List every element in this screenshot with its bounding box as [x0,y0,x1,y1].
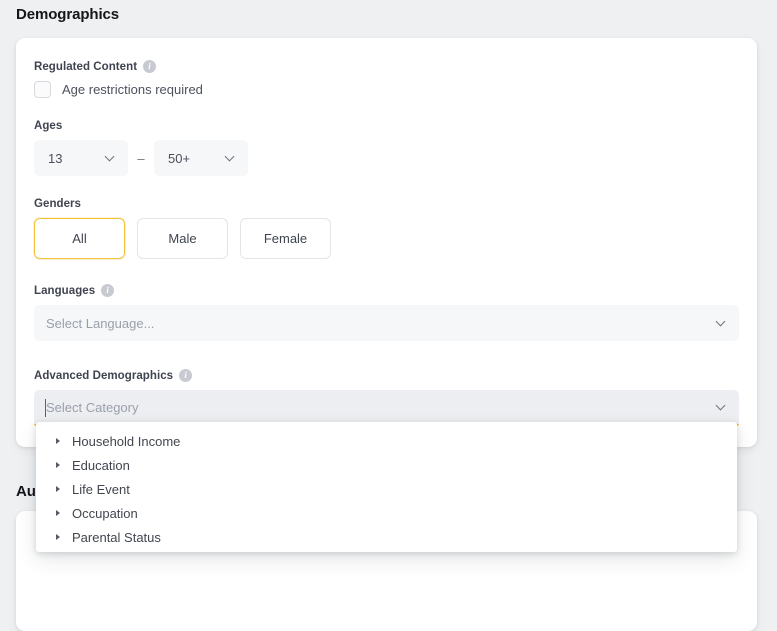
languages-group: Languages i Select Language... [34,284,739,341]
regulated-content-label: Regulated Content i [34,60,739,73]
ages-group: Ages 13 – 50+ [34,120,739,176]
chevron-down-icon [106,153,115,162]
languages-select[interactable]: Select Language... [34,305,739,341]
regulated-content-group: Regulated Content i Age restrictions req… [34,60,739,98]
triangle-right-icon [56,534,60,540]
age-max-select[interactable]: 50+ [154,140,248,176]
dropdown-item-label: Occupation [72,505,138,521]
advanced-demographics-dropdown[interactable]: Household Income Education Life Event Oc… [36,422,737,552]
age-min-value: 13 [48,150,63,166]
languages-label: Languages i [34,284,739,297]
dropdown-item-occupation[interactable]: Occupation [36,501,737,525]
gender-option-male[interactable]: Male [137,218,228,259]
genders-group: Genders All Male Female [34,198,739,259]
age-min-select[interactable]: 13 [34,140,128,176]
dropdown-item-label: Parental Status [72,529,161,545]
info-icon[interactable]: i [143,60,157,73]
genders-label-text: Genders [34,198,82,210]
age-max-value: 50+ [168,150,191,166]
demographics-card: Regulated Content i Age restrictions req… [16,38,757,447]
triangle-right-icon [56,510,60,516]
triangle-right-icon [56,486,60,492]
age-range-separator: – [137,150,145,166]
age-restrictions-checkbox-label: Age restrictions required [62,82,203,97]
ages-label-text: Ages [34,120,63,132]
info-icon[interactable]: i [179,369,193,382]
dropdown-item-parental-status[interactable]: Parental Status [36,525,737,549]
genders-row: All Male Female [34,218,739,259]
chevron-down-icon [717,318,726,327]
dropdown-item-label: Life Event [72,481,130,497]
dropdown-item-label: Education [72,457,130,473]
advanced-demographics-placeholder: Select Category [46,399,139,415]
gender-option-all[interactable]: All [34,218,125,259]
chevron-down-icon [717,402,726,411]
advanced-demographics-select[interactable]: Select Category [34,390,739,426]
dropdown-item-household-income[interactable]: Household Income [36,429,737,453]
dropdown-item-life-event[interactable]: Life Event [36,477,737,501]
page-title: Demographics [16,6,119,23]
advanced-demographics-label-text: Advanced Demographics [34,369,174,382]
dropdown-item-education[interactable]: Education [36,453,737,477]
gender-option-female[interactable]: Female [240,218,331,259]
genders-label: Genders [34,198,739,210]
advanced-demographics-label: Advanced Demographics i [34,369,739,382]
age-restrictions-checkbox-row[interactable]: Age restrictions required [34,81,739,98]
ages-row: 13 – 50+ [34,140,739,176]
advanced-demographics-group: Advanced Demographics i Select Category [34,369,739,426]
text-cursor [45,399,46,417]
chevron-down-icon [226,153,235,162]
audience-section-title: Au [16,483,36,500]
triangle-right-icon [56,438,60,444]
languages-placeholder: Select Language... [46,315,155,331]
regulated-content-label-text: Regulated Content [34,60,138,73]
languages-label-text: Languages [34,284,96,297]
info-icon[interactable]: i [101,284,115,297]
triangle-right-icon [56,462,60,468]
age-restrictions-checkbox[interactable] [34,81,51,98]
dropdown-item-label: Household Income [72,433,181,449]
ages-label: Ages [34,120,739,132]
